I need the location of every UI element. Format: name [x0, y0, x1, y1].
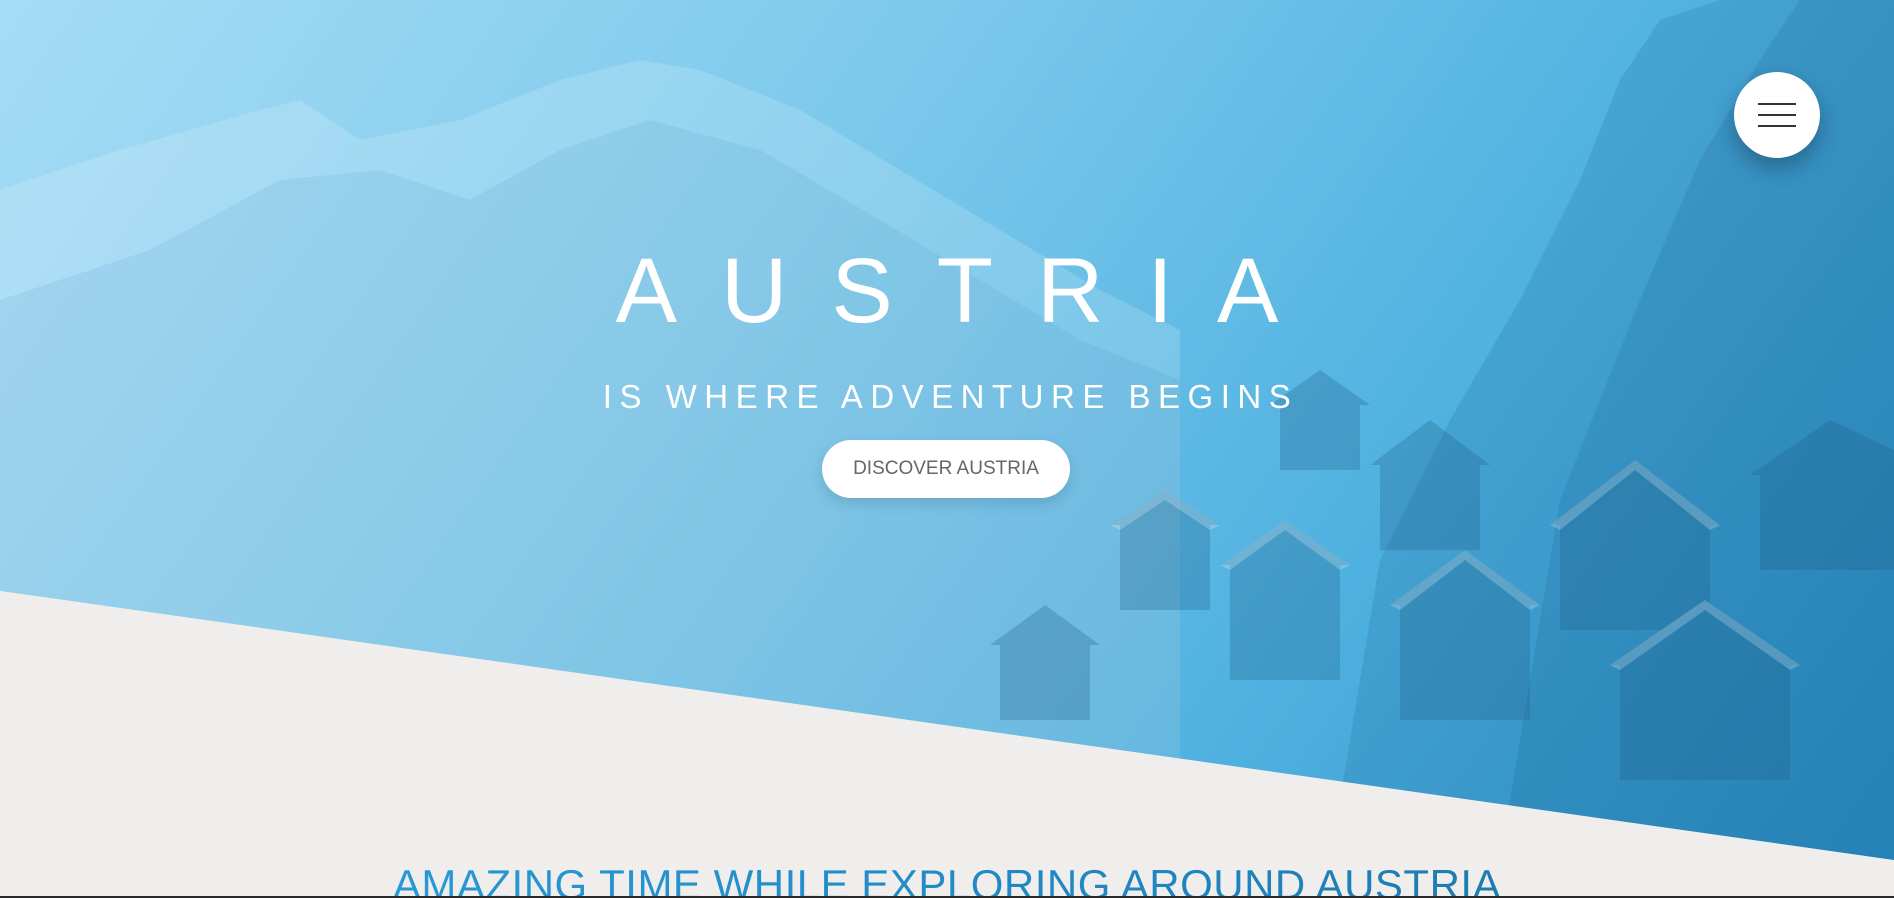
- hero-title: AUSTRIA: [615, 240, 1323, 342]
- hamburger-menu-icon-line: [1758, 125, 1796, 127]
- hero-section: AUSTRIA IS WHERE ADVENTURE BEGINS DISCOV…: [0, 0, 1894, 860]
- menu-button[interactable]: [1734, 72, 1820, 158]
- landing-page: AUSTRIA IS WHERE ADVENTURE BEGINS DISCOV…: [0, 0, 1894, 898]
- hamburger-menu-icon: [1758, 103, 1796, 105]
- hero-subtitle: IS WHERE ADVENTURE BEGINS: [602, 378, 1299, 415]
- discover-austria-button[interactable]: DISCOVER AUSTRIA: [822, 440, 1070, 498]
- hamburger-menu-icon-line: [1758, 114, 1796, 116]
- section-heading: AMAZING TIME WHILE EXPLORING AROUND AUST…: [0, 864, 1894, 898]
- mountain-village-background: [0, 0, 1894, 860]
